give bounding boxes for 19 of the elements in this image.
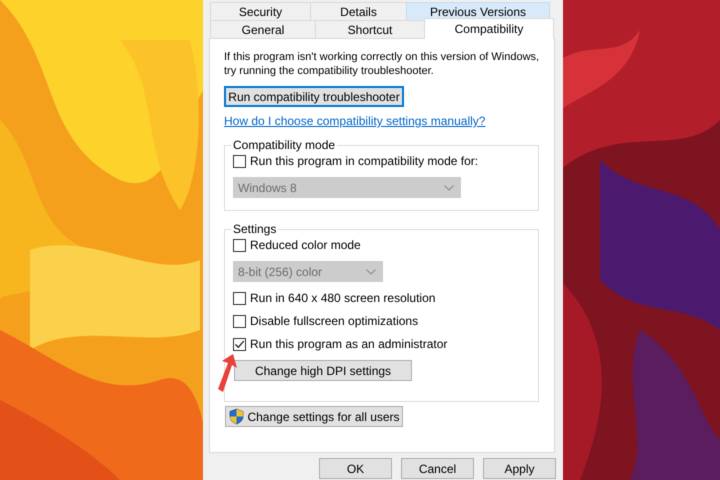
checkbox-label: Run this program as an administrator (250, 337, 448, 351)
tab[interactable]: Security (210, 2, 311, 20)
troubleshoot-button[interactable]: Run compatibility troubleshooter (224, 86, 404, 107)
dialog-button[interactable]: Cancel (401, 458, 474, 479)
dpi-settings-button[interactable]: Change high DPI settings (234, 360, 412, 381)
tab[interactable]: Compatibility (424, 18, 554, 39)
dialog-button[interactable]: Apply (483, 458, 556, 479)
intro-text: If this program isn't working correctly on this version of Windows, try running the compatibility troubleshooter. (224, 50, 540, 78)
checkbox-label: Disable fullscreen optimizations (250, 314, 418, 328)
dialog-button[interactable]: OK (319, 458, 392, 479)
help-link[interactable]: How do I choose compatibility settings manually? (224, 114, 486, 128)
all-users-button[interactable]: Change settings for all users (225, 406, 403, 427)
checkbox-label: Run in 640 x 480 screen resolution (250, 291, 436, 305)
checkbox-label: Reduced color mode (250, 238, 361, 252)
group-title: Compatibility mode (232, 138, 336, 152)
tab[interactable]: General (210, 20, 316, 38)
checkbox-label: Run this program in compatibility mode for: (250, 154, 478, 168)
group-title: Settings (232, 222, 278, 236)
tab[interactable]: Previous Versions (406, 2, 550, 20)
